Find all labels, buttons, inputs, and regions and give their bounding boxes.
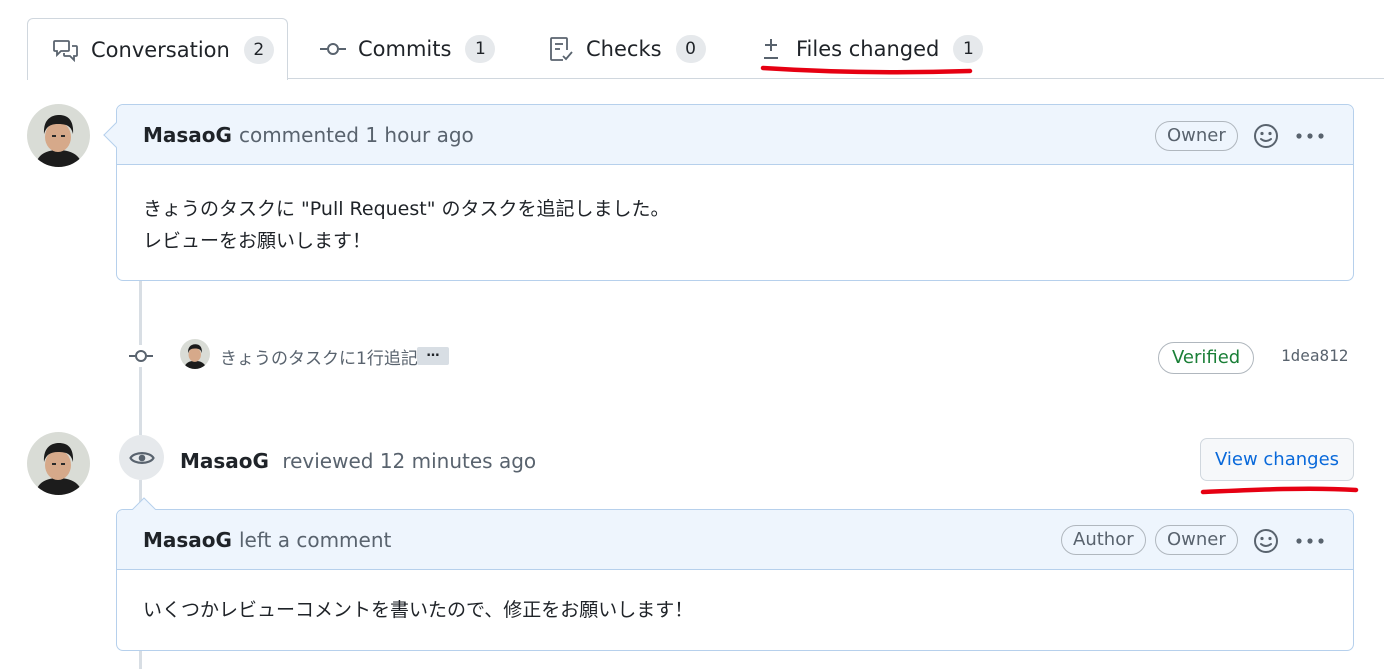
- pr-tabs: Conversation 2 Commits 1 Checks 0 Files …: [0, 0, 1384, 80]
- commit-sha-link[interactable]: 1dea812: [1281, 346, 1348, 365]
- tab-conversation[interactable]: Conversation 2: [27, 18, 288, 80]
- avatar[interactable]: [27, 104, 90, 167]
- review-comment-box: MasaoG left a comment Author Owner いくつかレ…: [116, 497, 1354, 651]
- review-header: MasaoG reviewed 12 minutes ago: [180, 449, 536, 473]
- review-badge: [119, 435, 164, 480]
- view-changes-button[interactable]: View changes: [1200, 438, 1354, 481]
- timeline-rail: [139, 650, 142, 669]
- tab-label: Checks: [586, 36, 662, 61]
- review-timestamp[interactable]: reviewed 12 minutes ago: [282, 449, 536, 473]
- comment-body: きょうのタスクに "Pull Request" のタスクを追記しました。 レビュ…: [143, 193, 670, 257]
- eye-icon: [128, 451, 155, 464]
- tab-counter: 1: [465, 34, 496, 63]
- add-reaction-icon[interactable]: [1252, 527, 1280, 555]
- review-author[interactable]: MasaoG: [180, 449, 269, 473]
- comment-discussion-icon: [53, 37, 79, 63]
- tab-label: Conversation: [91, 37, 230, 62]
- annotation-underline-files-changed: [760, 65, 973, 75]
- checklist-icon: [548, 36, 574, 62]
- avatar[interactable]: [27, 432, 90, 495]
- comment-author[interactable]: MasaoG: [143, 528, 232, 552]
- commit-message-link[interactable]: きょうのタスクに1行追記: [220, 344, 418, 369]
- author-badge: Author: [1061, 525, 1146, 555]
- comment-caret: [131, 497, 157, 511]
- comment-body-line: レビューをお願いします！: [143, 230, 372, 252]
- comment-box: MasaoG commented 1 hour ago Owner きょうのタス…: [103, 104, 1354, 281]
- add-reaction-icon[interactable]: [1252, 122, 1280, 150]
- tab-label: Commits: [358, 36, 452, 61]
- comment-timestamp[interactable]: commented 1 hour ago: [239, 123, 474, 147]
- tab-counter: 1: [953, 34, 984, 63]
- commit-avatar[interactable]: [180, 339, 210, 369]
- file-diff-icon: [758, 36, 784, 62]
- owner-badge: Owner: [1155, 525, 1238, 555]
- comment-author[interactable]: MasaoG: [143, 123, 232, 147]
- kebab-menu-icon[interactable]: [1296, 133, 1324, 139]
- tab-checks[interactable]: Checks 0: [548, 18, 706, 79]
- annotation-underline-view-changes: [1200, 486, 1359, 495]
- comment-action: left a comment: [238, 527, 392, 552]
- git-commit-icon: [320, 36, 346, 62]
- tab-counter: 2: [243, 35, 274, 64]
- tab-label: Files changed: [796, 36, 940, 61]
- git-commit-icon: [129, 345, 153, 367]
- kebab-menu-icon[interactable]: [1296, 538, 1324, 544]
- comment-body-line: きょうのタスクに "Pull Request" のタスクを追記しました。: [143, 198, 670, 220]
- comment-body: いくつかレビューコメントを書いたので、修正をお願いします！: [143, 599, 694, 621]
- verified-badge[interactable]: Verified: [1158, 342, 1255, 374]
- tab-counter: 0: [675, 34, 706, 63]
- owner-badge: Owner: [1155, 121, 1238, 151]
- commit-expand-button[interactable]: …: [417, 346, 449, 365]
- tab-commits[interactable]: Commits 1: [320, 18, 496, 79]
